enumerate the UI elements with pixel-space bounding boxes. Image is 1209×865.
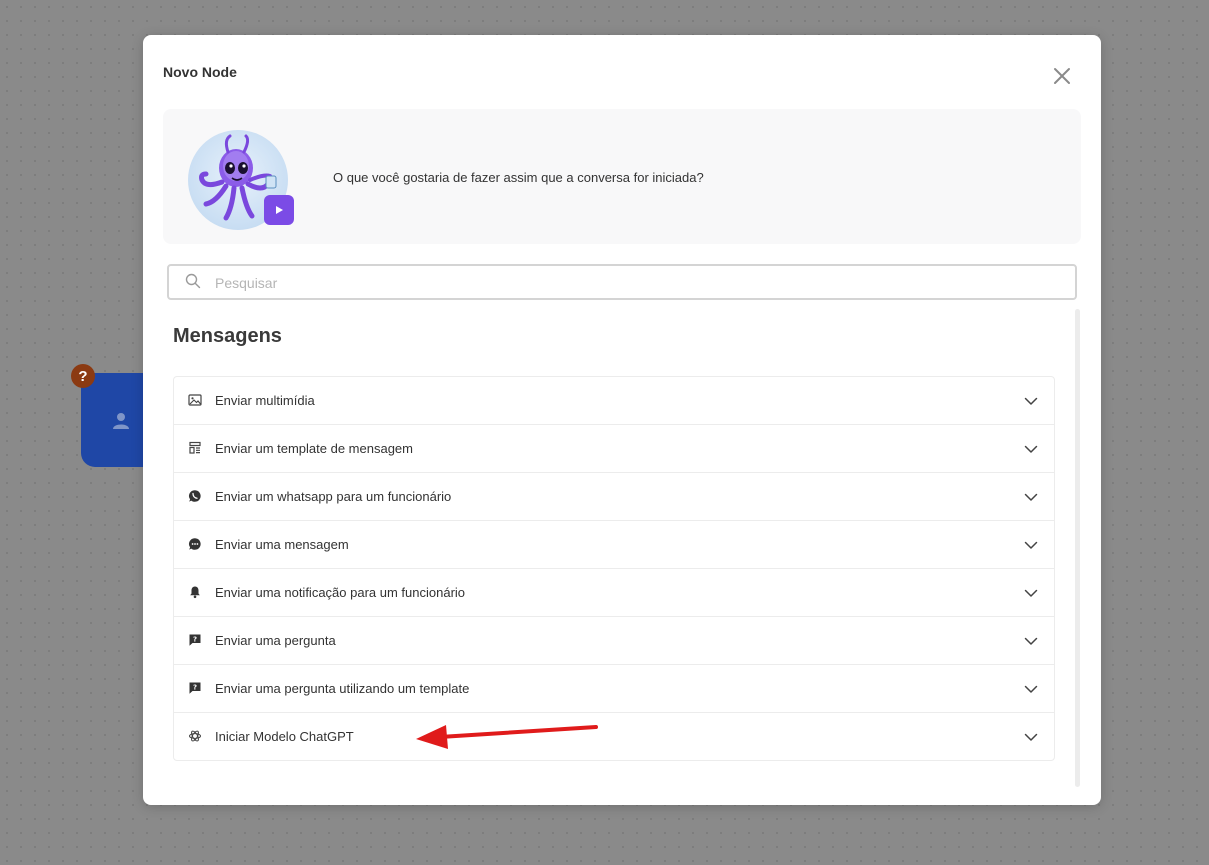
search-box[interactable] (167, 264, 1077, 300)
modal-title: Novo Node (163, 64, 237, 80)
list-item-send-question-template[interactable]: ? Enviar uma pergunta utilizando um temp… (174, 665, 1054, 713)
list-item-label: Iniciar Modelo ChatGPT (215, 729, 354, 744)
message-icon (188, 538, 201, 550)
chatgpt-icon (189, 730, 201, 742)
chevron-down-icon[interactable] (1024, 538, 1038, 552)
list-item-start-chatgpt[interactable]: Iniciar Modelo ChatGPT (174, 713, 1054, 760)
chevron-down-icon[interactable] (1024, 586, 1038, 600)
bell-icon (190, 586, 200, 599)
list-item-send-message[interactable]: Enviar uma mensagem (174, 521, 1054, 569)
list-item-send-whatsapp-employee[interactable]: Enviar um whatsapp para um funcionário (174, 473, 1054, 521)
list-item-send-multimedia[interactable]: Enviar multimídia (174, 377, 1054, 425)
question-icon: ? (189, 634, 201, 646)
new-node-modal: Novo Node O que você gostaria de fazer a… (143, 35, 1101, 805)
svg-text:?: ? (193, 684, 197, 692)
help-badge[interactable]: ? (71, 364, 95, 388)
list-item-send-question[interactable]: ? Enviar uma pergunta (174, 617, 1054, 665)
intro-panel: O que você gostaria de fazer assim que a… (163, 109, 1081, 244)
chevron-down-icon[interactable] (1024, 634, 1038, 648)
chevron-down-icon[interactable] (1024, 682, 1038, 696)
list-item-label: Enviar uma mensagem (215, 537, 349, 552)
list-item-label: Enviar uma pergunta (215, 633, 336, 648)
user-icon (113, 413, 129, 429)
play-icon (276, 206, 283, 214)
svg-text:?: ? (193, 636, 197, 644)
list-item-label: Enviar multimídia (215, 393, 315, 408)
whatsapp-icon (188, 490, 201, 502)
list-item-send-notification-employee[interactable]: Enviar uma notificação para um funcionár… (174, 569, 1054, 617)
messages-list: Enviar multimídia Enviar um template de … (173, 376, 1055, 761)
image-icon (188, 394, 202, 406)
chevron-down-icon[interactable] (1024, 730, 1038, 744)
question-icon: ? (189, 682, 201, 694)
close-button[interactable] (1049, 63, 1075, 89)
list-item-send-template[interactable]: Enviar um template de mensagem (174, 425, 1054, 473)
chevron-down-icon[interactable] (1024, 490, 1038, 504)
section-title-messages: Mensagens (173, 325, 282, 347)
close-icon (1054, 68, 1070, 84)
search-input[interactable] (213, 270, 1057, 296)
template-icon (189, 441, 201, 454)
list-item-label: Enviar um whatsapp para um funcionário (215, 489, 452, 504)
play-video-button[interactable] (264, 195, 294, 225)
search-icon (185, 273, 201, 289)
scrollbar[interactable] (1075, 309, 1080, 787)
chevron-down-icon[interactable] (1024, 394, 1038, 408)
list-item-label: Enviar um template de mensagem (215, 441, 413, 456)
list-item-label: Enviar uma pergunta utilizando um templa… (215, 681, 470, 696)
list-item-label: Enviar uma notificação para um funcionár… (215, 585, 466, 600)
chevron-down-icon[interactable] (1024, 442, 1038, 456)
intro-question: O que você gostaria de fazer assim que a… (333, 170, 704, 185)
